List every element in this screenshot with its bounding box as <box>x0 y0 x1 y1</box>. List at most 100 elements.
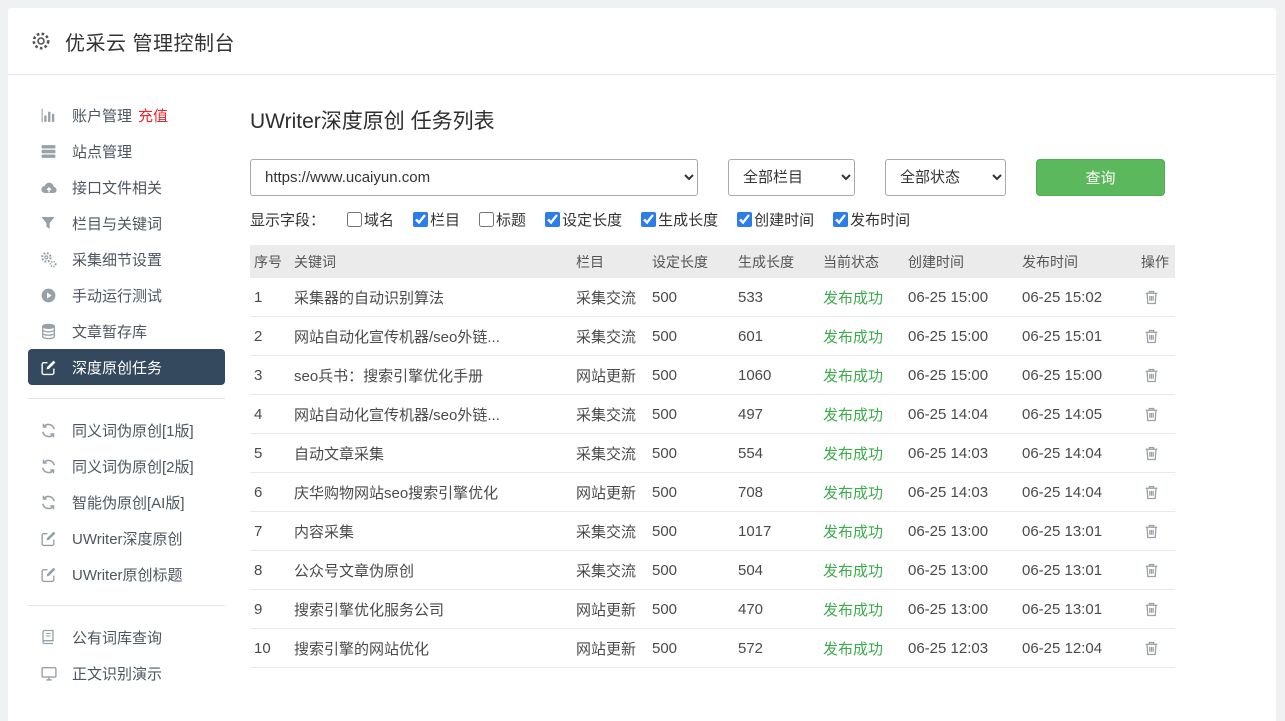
field-checkbox-4: 生成长度 <box>641 209 718 230</box>
cell-keyword: 公众号文章伪原创 <box>290 560 572 581</box>
database-icon <box>40 323 58 340</box>
cell-published-time: 06-25 14:04 <box>1018 484 1137 501</box>
display-fields-label: 显示字段： <box>250 209 325 230</box>
page-title: UWriter深度原创 任务列表 <box>250 105 1175 135</box>
delete-button[interactable] <box>1141 443 1162 464</box>
cell-category: 采集交流 <box>572 560 648 581</box>
field-checkbox-input[interactable] <box>545 212 560 227</box>
sidebar-item-label: 账户管理 <box>72 105 132 126</box>
field-checkbox-label: 栏目 <box>430 209 460 230</box>
sidebar-item-4[interactable]: 采集细节设置 <box>8 241 237 277</box>
delete-button[interactable] <box>1141 599 1162 620</box>
sidebar-item-8[interactable]: 同义词伪原创[1版] <box>8 412 237 448</box>
sidebar-item-3[interactable]: 栏目与关键词 <box>8 205 237 241</box>
cell-set-length: 500 <box>648 523 734 540</box>
refresh-icon <box>40 422 58 439</box>
top-bar: 优采云 管理控制台 <box>8 8 1276 75</box>
gears-icon <box>40 251 58 268</box>
field-checkbox-input[interactable] <box>737 212 752 227</box>
cell-published-time: 06-25 12:04 <box>1018 640 1137 657</box>
sidebar-divider <box>28 398 225 399</box>
cell-index: 8 <box>250 562 290 579</box>
sidebar-item-6[interactable]: 文章暂存库 <box>8 313 237 349</box>
cell-set-length: 500 <box>648 406 734 423</box>
sidebar-item-label: 接口文件相关 <box>72 177 162 198</box>
cell-published-time: 06-25 14:04 <box>1018 445 1137 462</box>
delete-button[interactable] <box>1141 560 1162 581</box>
cell-set-length: 500 <box>648 562 734 579</box>
delete-button[interactable] <box>1141 482 1162 503</box>
table-row: 9 搜索引擎优化服务公司 网站更新 500 470 发布成功 06-25 13:… <box>250 590 1175 629</box>
field-checkbox-0: 域名 <box>347 209 394 230</box>
field-checkbox-label: 标题 <box>496 209 526 230</box>
cell-set-length: 500 <box>648 484 734 501</box>
sidebar-item-13[interactable]: 公有词库查询 <box>8 619 237 655</box>
cell-category: 网站更新 <box>572 638 648 659</box>
cell-gen-length: 572 <box>734 640 819 657</box>
sidebar-item-label: 文章暂存库 <box>72 321 147 342</box>
cell-index: 2 <box>250 328 290 345</box>
table-row: 4 网站自动化宣传机器/seo外链... 采集交流 500 497 发布成功 0… <box>250 395 1175 434</box>
column-header-7: 发布时间 <box>1018 252 1137 272</box>
cell-set-length: 500 <box>648 289 734 306</box>
task-table: 序号关键词栏目设定长度生成长度当前状态创建时间发布时间操作 1 采集器的自动识别… <box>250 245 1175 668</box>
cell-published-time: 06-25 15:01 <box>1018 328 1137 345</box>
sidebar-item-5[interactable]: 手动运行测试 <box>8 277 237 313</box>
category-select[interactable]: 全部栏目 <box>728 159 855 196</box>
sidebar-item-label: 手动运行测试 <box>72 285 162 306</box>
field-checkbox-input[interactable] <box>347 212 362 227</box>
table-row: 5 自动文章采集 采集交流 500 554 发布成功 06-25 14:03 0… <box>250 434 1175 473</box>
recharge-badge[interactable]: 充值 <box>138 105 168 126</box>
cell-gen-length: 497 <box>734 406 819 423</box>
cell-category: 采集交流 <box>572 521 648 542</box>
cell-gen-length: 708 <box>734 484 819 501</box>
sidebar-item-2[interactable]: 接口文件相关 <box>8 169 237 205</box>
field-checkbox-input[interactable] <box>833 212 848 227</box>
column-header-1: 关键词 <box>290 252 572 272</box>
delete-button[interactable] <box>1141 404 1162 425</box>
sidebar-item-14[interactable]: 正文识别演示 <box>8 655 237 691</box>
delete-button[interactable] <box>1141 521 1162 542</box>
cell-gen-length: 601 <box>734 328 819 345</box>
cell-status: 发布成功 <box>819 482 904 503</box>
sidebar-item-1[interactable]: 站点管理 <box>8 133 237 169</box>
cell-gen-length: 1060 <box>734 367 819 384</box>
sidebar-item-label: 站点管理 <box>72 141 132 162</box>
sidebar-item-10[interactable]: 智能伪原创[AI版] <box>8 484 237 520</box>
cell-created-time: 06-25 15:00 <box>904 328 1018 345</box>
delete-button[interactable] <box>1141 287 1162 308</box>
column-header-4: 生成长度 <box>734 252 819 272</box>
cell-keyword: 搜索引擎优化服务公司 <box>290 599 572 620</box>
status-select[interactable]: 全部状态 <box>885 159 1006 196</box>
play-icon <box>40 287 58 304</box>
filter-bar: https://www.ucaiyun.com 全部栏目 全部状态 查询 <box>250 159 1175 196</box>
cell-category: 采集交流 <box>572 404 648 425</box>
cell-category: 网站更新 <box>572 365 648 386</box>
cell-status: 发布成功 <box>819 287 904 308</box>
field-checkbox-input[interactable] <box>641 212 656 227</box>
delete-button[interactable] <box>1141 326 1162 347</box>
cell-set-length: 500 <box>648 367 734 384</box>
field-checkbox-input[interactable] <box>413 212 428 227</box>
site-select[interactable]: https://www.ucaiyun.com <box>250 159 698 196</box>
field-checkbox-input[interactable] <box>479 212 494 227</box>
sidebar-item-12[interactable]: UWriter原创标题 <box>8 556 237 592</box>
cell-category: 采集交流 <box>572 443 648 464</box>
cell-created-time: 06-25 13:00 <box>904 523 1018 540</box>
sidebar-item-7[interactable]: 深度原创任务 <box>28 349 225 385</box>
cell-keyword: 自动文章采集 <box>290 443 572 464</box>
cell-index: 1 <box>250 289 290 306</box>
app-title: 优采云 管理控制台 <box>65 27 235 56</box>
cell-index: 10 <box>250 640 290 657</box>
cell-keyword: 内容采集 <box>290 521 572 542</box>
delete-button[interactable] <box>1141 638 1162 659</box>
query-button[interactable]: 查询 <box>1036 159 1165 196</box>
cell-index: 4 <box>250 406 290 423</box>
table-row: 10 搜索引擎的网站优化 网站更新 500 572 发布成功 06-25 12:… <box>250 629 1175 668</box>
cell-set-length: 500 <box>648 601 734 618</box>
delete-button[interactable] <box>1141 365 1162 386</box>
sidebar-item-9[interactable]: 同义词伪原创[2版] <box>8 448 237 484</box>
cell-created-time: 06-25 14:03 <box>904 484 1018 501</box>
sidebar-item-11[interactable]: UWriter深度原创 <box>8 520 237 556</box>
sidebar-item-0[interactable]: 账户管理 充值 <box>8 97 237 133</box>
